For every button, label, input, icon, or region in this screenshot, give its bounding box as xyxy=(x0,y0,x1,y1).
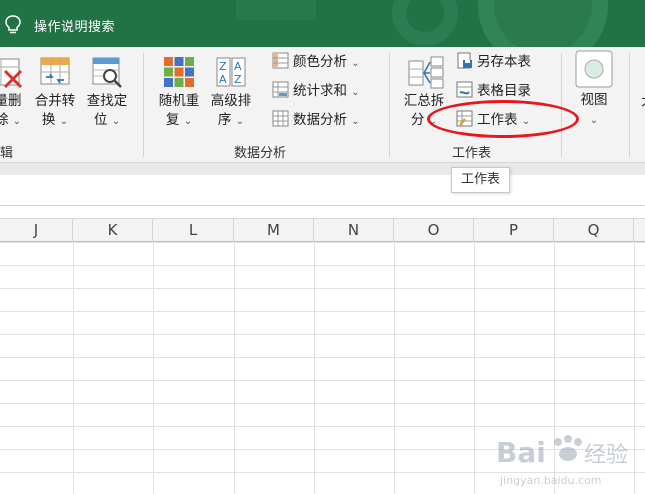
group-label-worksheet: 工作表 xyxy=(452,146,492,161)
group-separator xyxy=(561,53,562,157)
chevron-down-icon: ⌄ xyxy=(12,116,22,127)
data-analysis-button[interactable]: 数据分析 ⌄ xyxy=(272,108,360,132)
tell-me-bar: 操作说明搜索 xyxy=(0,0,645,47)
svg-text:A: A xyxy=(234,60,242,73)
merge-convert-icon xyxy=(38,55,72,89)
column-header[interactable]: J xyxy=(0,219,73,242)
random-reorder-icon xyxy=(162,55,196,89)
chevron-down-icon: ⌄ xyxy=(589,115,599,126)
chevron-down-icon: ⌄ xyxy=(351,58,360,69)
column-gridline xyxy=(314,242,315,494)
find-locate-icon xyxy=(90,55,124,89)
random-reorder-label: 随机重 xyxy=(158,93,200,109)
batch-delete-icon xyxy=(0,55,25,89)
summary-split-icon xyxy=(407,55,444,89)
tell-me-search[interactable]: 操作说明搜索 xyxy=(34,16,115,35)
sheet-directory-icon xyxy=(456,81,473,98)
lightbulb-icon[interactable] xyxy=(4,15,22,35)
ribbon-bottom-strip xyxy=(0,163,645,175)
chevron-down-icon: ⌄ xyxy=(235,116,245,127)
advanced-sort-label2: 序 xyxy=(217,112,232,128)
sort-az-icon: Z A A Z xyxy=(214,55,248,89)
random-reorder-label2: 复 xyxy=(165,112,180,128)
annotation-ellipse xyxy=(427,100,579,138)
find-locate-label2: 位 xyxy=(93,112,108,128)
stat-sum-label: 统计求和 xyxy=(293,83,347,99)
data-analysis-label: 数据分析 xyxy=(293,112,347,128)
group-separator xyxy=(629,53,630,157)
column-gridline xyxy=(73,242,74,494)
column-header[interactable]: N xyxy=(314,219,394,242)
column-header-row: J K L M N O P Q xyxy=(0,218,645,242)
color-analysis-label: 颜色分析 xyxy=(293,54,347,70)
color-analysis-button[interactable]: 颜色分析 ⌄ xyxy=(272,50,360,74)
batch-delete-label2: 除 xyxy=(0,112,9,128)
view-label: 视图 xyxy=(580,92,608,108)
save-as-sheet-button[interactable]: 另存本表 xyxy=(456,50,531,74)
truncated-ribbon-label: 才 xyxy=(638,94,645,113)
merge-convert-label2: 换 xyxy=(41,112,56,128)
chevron-down-icon: ⌄ xyxy=(351,116,360,127)
random-reorder-button[interactable]: 随机重 复 ⌄ xyxy=(154,55,204,131)
background-decoration xyxy=(392,0,458,46)
chevron-down-icon: ⌄ xyxy=(111,116,121,127)
column-header[interactable]: M xyxy=(234,219,314,242)
group-separator xyxy=(143,53,144,157)
column-gridline xyxy=(153,242,154,494)
batch-delete-button[interactable]: 量删 除 ⌄ xyxy=(0,55,28,131)
column-header[interactable]: L xyxy=(153,219,234,242)
svg-text:Z: Z xyxy=(219,60,227,73)
column-gridline xyxy=(394,242,395,494)
find-locate-label: 查找定 xyxy=(86,93,128,109)
view-icon xyxy=(575,50,613,88)
group-label-edit: 辑 xyxy=(0,146,14,161)
background-decoration xyxy=(236,0,316,20)
stat-sum-icon xyxy=(272,81,289,98)
worksheet-tooltip: 工作表 xyxy=(451,167,510,193)
stat-sum-button[interactable]: 统计求和 ⌄ xyxy=(272,79,360,103)
column-gridline xyxy=(474,242,475,494)
column-header[interactable]: K xyxy=(73,219,153,242)
chevron-down-icon: ⌄ xyxy=(59,116,69,127)
svg-text:A: A xyxy=(219,73,227,86)
find-locate-button[interactable]: 查找定 位 ⌄ xyxy=(82,55,132,131)
truncated-ribbon-button[interactable]: 才 xyxy=(638,94,645,113)
baidu-jingyan-watermark: Bai 经验 jingyan.baidu.com xyxy=(496,428,636,490)
column-header[interactable]: Q xyxy=(554,219,634,242)
save-sheet-icon xyxy=(456,52,473,69)
column-header[interactable]: P xyxy=(474,219,554,242)
background-decoration xyxy=(478,0,608,47)
data-analysis-icon xyxy=(272,110,289,127)
save-as-sheet-label: 另存本表 xyxy=(477,54,531,70)
group-separator xyxy=(389,53,390,157)
paw-icon xyxy=(554,435,582,461)
color-analysis-icon xyxy=(272,52,289,69)
watermark-brand: Bai xyxy=(496,436,546,469)
column-header[interactable]: O xyxy=(394,219,474,242)
chevron-down-icon: ⌄ xyxy=(351,87,360,98)
batch-delete-label: 量删 xyxy=(0,93,22,109)
summary-split-label2: 分 xyxy=(410,112,425,128)
watermark-url: jingyan.baidu.com xyxy=(499,474,602,487)
svg-text:Z: Z xyxy=(234,73,242,86)
chevron-down-icon: ⌄ xyxy=(183,116,193,127)
watermark-suffix: 经验 xyxy=(584,443,628,468)
merge-convert-button[interactable]: 合并转 换 ⌄ xyxy=(30,55,80,131)
advanced-sort-label: 高级排 xyxy=(210,93,252,109)
sheet-directory-label: 表格目录 xyxy=(477,83,531,99)
group-label-data-analysis: 数据分析 xyxy=(234,146,287,161)
column-gridline xyxy=(234,242,235,494)
advanced-sort-button[interactable]: Z A A Z 高级排 序 ⌄ xyxy=(205,55,257,131)
merge-convert-label: 合并转 xyxy=(34,93,76,109)
